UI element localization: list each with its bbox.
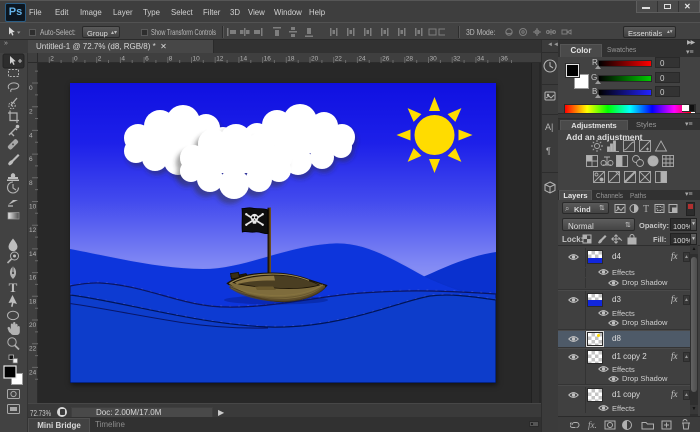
svg-text:T: T — [643, 204, 649, 214]
svg-text:fx.: fx. — [588, 420, 597, 430]
svg-text:14: 14 — [29, 251, 37, 258]
svg-text:6: 6 — [145, 56, 149, 63]
svg-text:8: 8 — [169, 56, 173, 63]
svg-text:20: 20 — [29, 322, 37, 329]
svg-text:14: 14 — [240, 56, 248, 63]
svg-text:2: 2 — [29, 109, 33, 116]
svg-text:0: 0 — [74, 56, 78, 63]
svg-text:T: T — [9, 280, 18, 295]
svg-text:22: 22 — [335, 56, 343, 63]
svg-text:A|: A| — [545, 122, 553, 132]
svg-text:12: 12 — [216, 56, 224, 63]
svg-text:18: 18 — [287, 56, 295, 63]
svg-text:10: 10 — [29, 204, 37, 211]
svg-text:18: 18 — [29, 298, 37, 305]
svg-text:24: 24 — [358, 56, 366, 63]
svg-text:10: 10 — [193, 56, 201, 63]
svg-text:16: 16 — [264, 56, 272, 63]
svg-text:22: 22 — [29, 346, 37, 353]
svg-text:¶: ¶ — [546, 146, 551, 156]
svg-text:0: 0 — [29, 85, 33, 92]
svg-text:2: 2 — [50, 56, 54, 63]
svg-text:8: 8 — [29, 180, 33, 187]
svg-text:2: 2 — [98, 56, 102, 63]
svg-text:32: 32 — [453, 56, 461, 63]
svg-text:12: 12 — [29, 227, 37, 234]
svg-text:4: 4 — [29, 132, 33, 139]
svg-text:34: 34 — [477, 56, 485, 63]
svg-text:36: 36 — [501, 56, 509, 63]
svg-text:6: 6 — [29, 156, 33, 163]
svg-text:20: 20 — [311, 56, 319, 63]
svg-text:30: 30 — [430, 56, 438, 63]
svg-text:28: 28 — [406, 56, 414, 63]
svg-text:4: 4 — [121, 56, 125, 63]
svg-text:24: 24 — [29, 369, 37, 376]
svg-text:16: 16 — [29, 275, 37, 282]
svg-text:26: 26 — [382, 56, 390, 63]
